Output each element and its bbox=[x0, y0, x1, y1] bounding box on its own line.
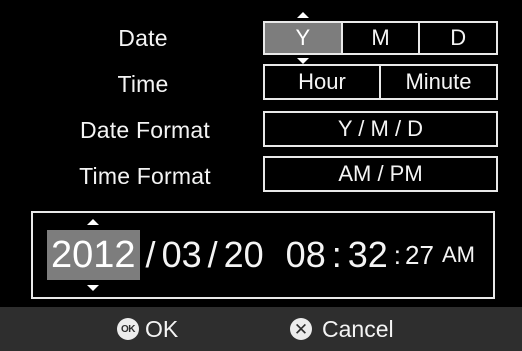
date-option-y-label: Y bbox=[295, 25, 311, 50]
datetime-display: 2012 / 03 / 20 08 : 32 : 27 AM bbox=[31, 211, 495, 299]
ok-label: OK bbox=[145, 315, 179, 342]
time-option-minute-label: Minute bbox=[405, 69, 472, 94]
ok-button-icon: OK bbox=[117, 318, 139, 340]
ampm-value[interactable]: AM bbox=[442, 242, 475, 268]
footer-bar: OK OK ✕ Cancel bbox=[0, 307, 522, 351]
month-value[interactable]: 03 bbox=[162, 234, 202, 276]
time-option-hour-label: Hour bbox=[298, 69, 346, 94]
cancel-label: Cancel bbox=[322, 315, 394, 342]
date-format-value: Y / M / D bbox=[337, 116, 424, 141]
increment-arrow-icon[interactable] bbox=[296, 12, 309, 18]
cancel-button[interactable]: ✕ Cancel bbox=[290, 307, 394, 351]
minute-value[interactable]: 32 bbox=[348, 234, 388, 276]
datetime-readout: 2012 / 03 / 20 08 : 32 : 27 AM bbox=[47, 213, 475, 297]
second-value: 27 bbox=[405, 239, 434, 270]
day-value[interactable]: 20 bbox=[224, 234, 264, 276]
date-option-m[interactable]: M bbox=[343, 23, 421, 53]
time-selector: Hour Minute bbox=[263, 64, 498, 100]
date-label: Date bbox=[118, 25, 168, 51]
date-format-label: Date Format bbox=[79, 117, 210, 143]
time-option-minute[interactable]: Minute bbox=[381, 66, 496, 98]
time-format-value: AM / PM bbox=[338, 161, 423, 186]
year-text: 2012 bbox=[51, 233, 136, 276]
year-increment-icon[interactable] bbox=[87, 219, 100, 225]
date-option-y[interactable]: Y bbox=[265, 12, 343, 64]
date-option-m-label: M bbox=[371, 25, 390, 50]
hour-value[interactable]: 08 bbox=[286, 234, 326, 276]
date-separator: / bbox=[145, 234, 156, 275]
year-value[interactable]: 2012 bbox=[47, 219, 140, 291]
date-selector: Y M D bbox=[263, 12, 498, 64]
cancel-x-icon: ✕ bbox=[290, 318, 312, 340]
time-label: Time bbox=[117, 71, 169, 97]
date-separator: / bbox=[207, 234, 218, 275]
time-separator: : bbox=[393, 239, 402, 270]
time-option-hour[interactable]: Hour bbox=[265, 66, 381, 98]
time-separator: : bbox=[331, 234, 342, 275]
date-option-d-label: D bbox=[450, 25, 467, 50]
ok-button[interactable]: OK OK bbox=[117, 307, 178, 351]
date-format-field[interactable]: Y / M / D bbox=[263, 111, 498, 147]
date-option-d[interactable]: D bbox=[420, 23, 496, 53]
time-format-field[interactable]: AM / PM bbox=[263, 156, 498, 192]
time-format-label: Time Format bbox=[79, 163, 211, 189]
year-decrement-icon[interactable] bbox=[87, 285, 100, 291]
